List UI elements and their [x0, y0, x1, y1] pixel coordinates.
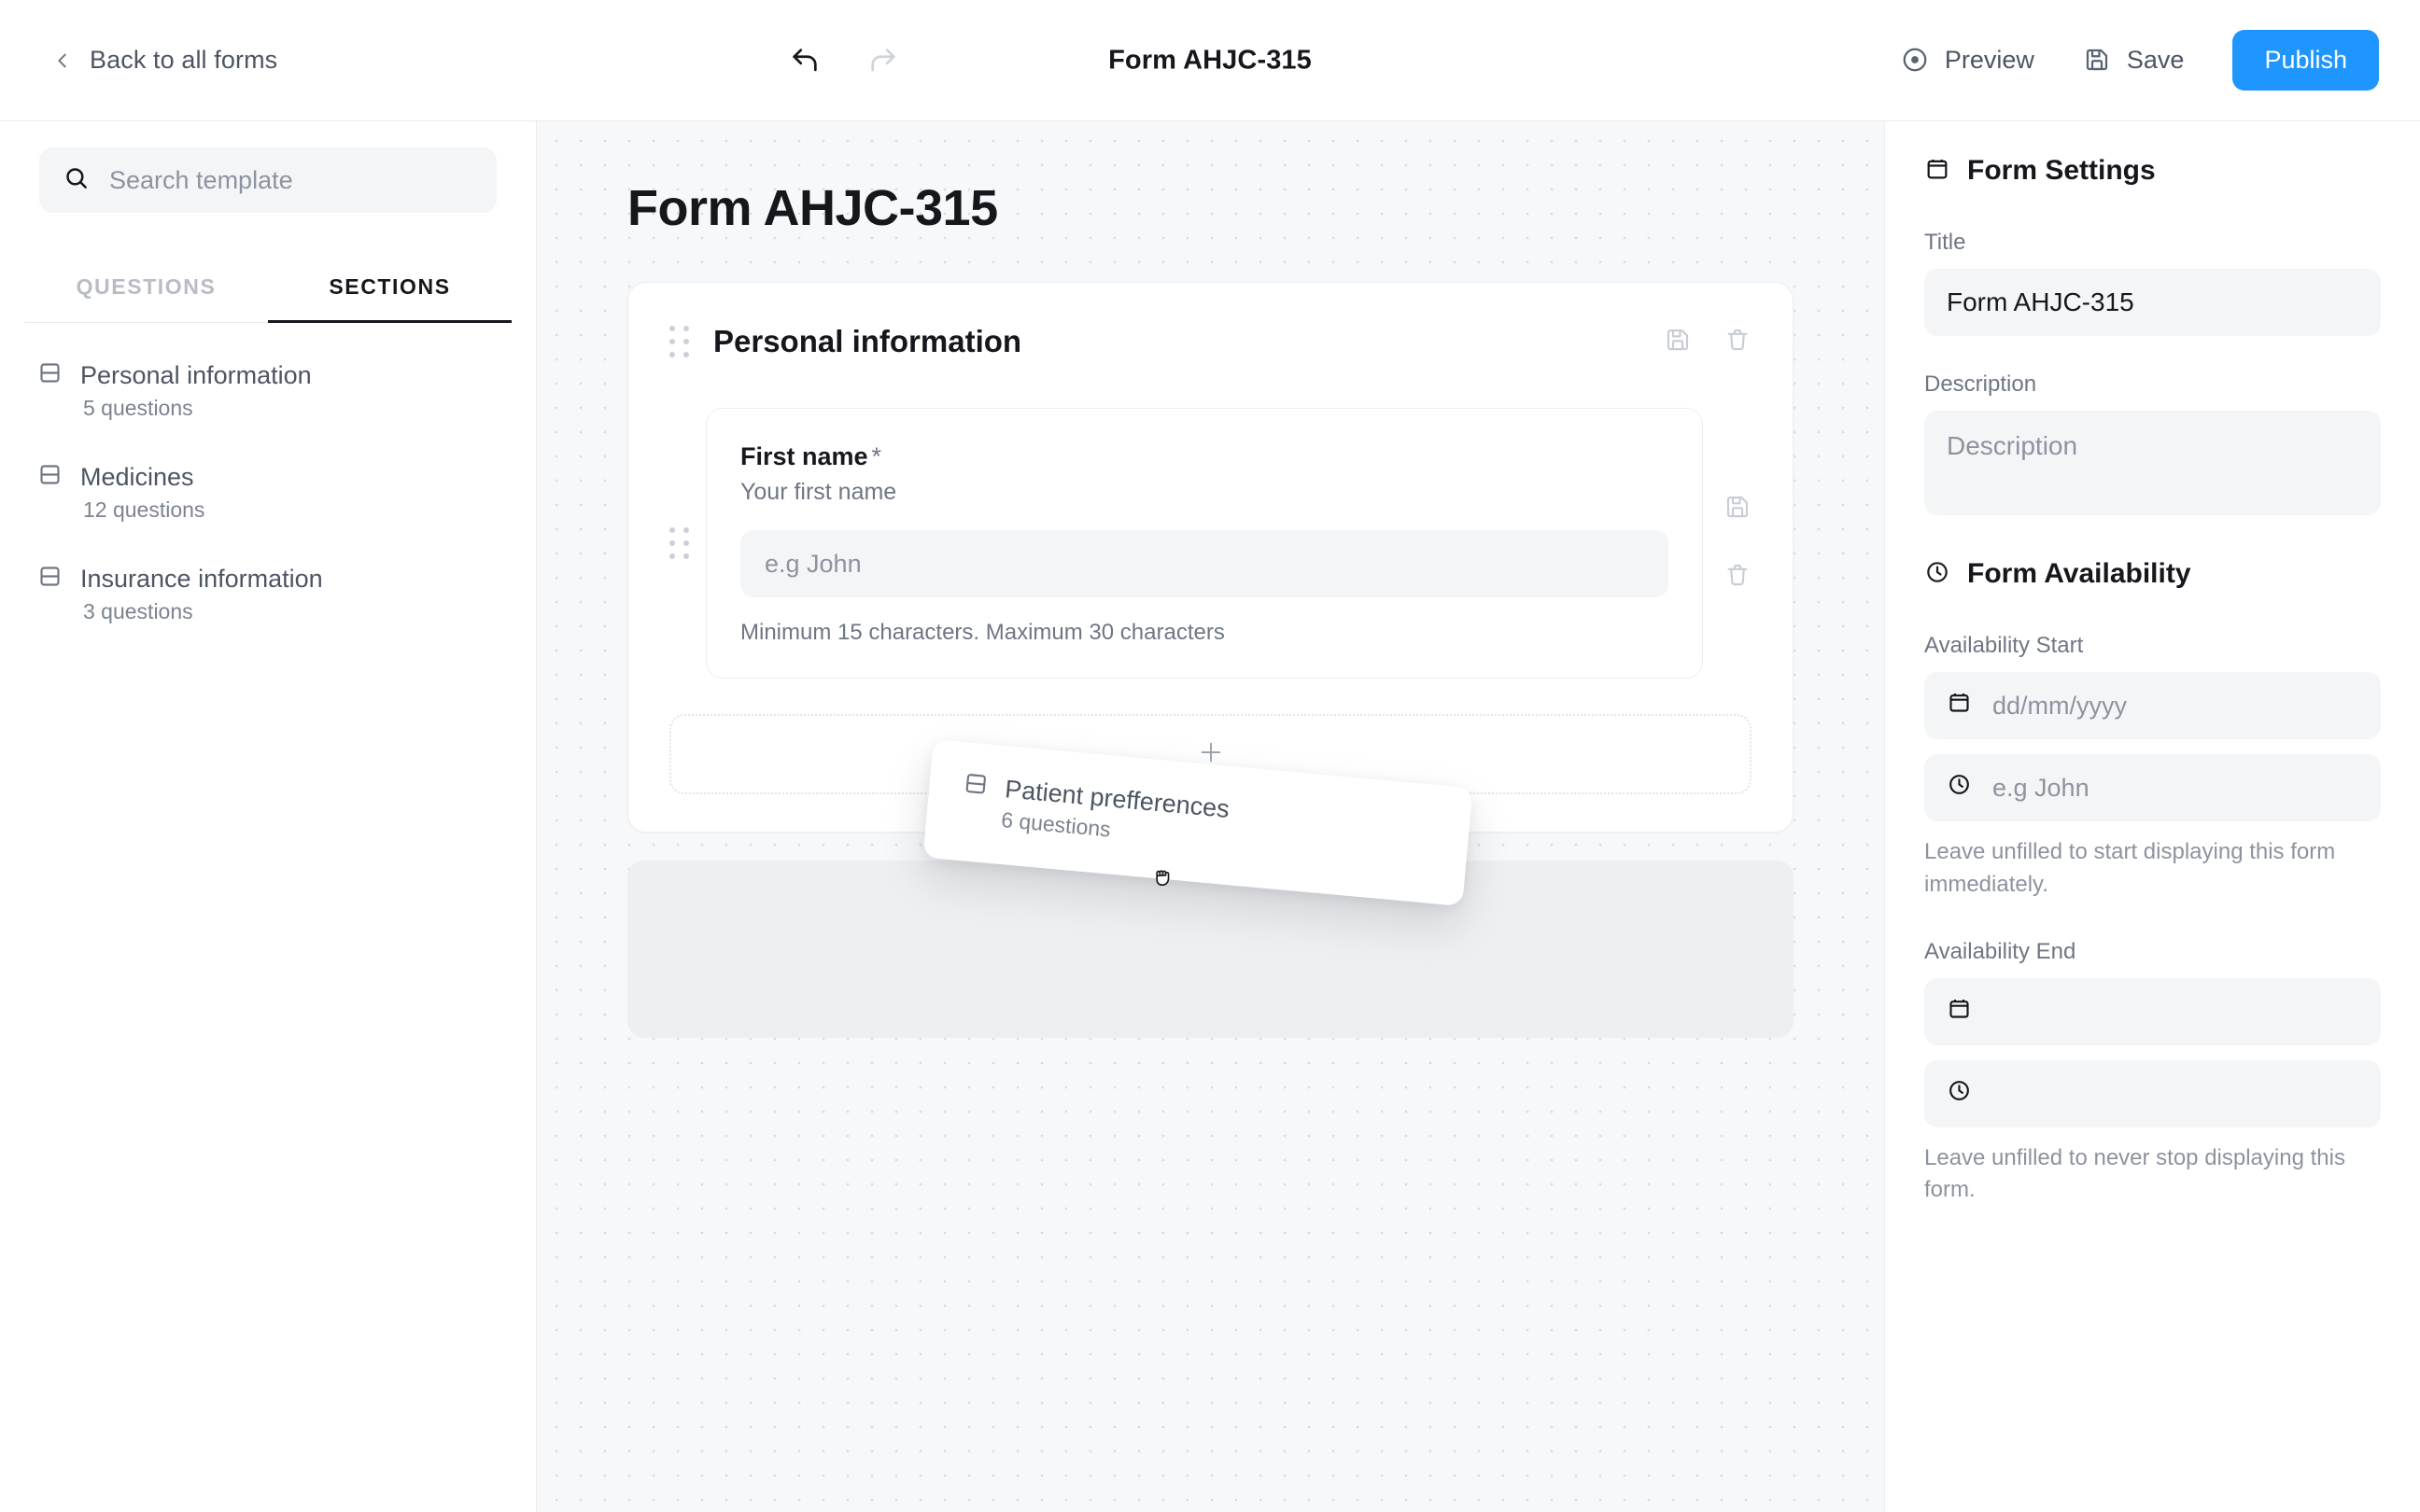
sidebar-item-count: 3 questions: [83, 599, 193, 623]
undo-button[interactable]: [783, 39, 826, 82]
preview-label: Preview: [1944, 45, 2034, 74]
clock-icon: [1947, 772, 1972, 804]
sidebar-section-list: Personal information 5 questions Medicin…: [0, 323, 536, 624]
section-card-personal-information: Personal information First name * Your f…: [627, 282, 1794, 833]
sidebar-item-count: 5 questions: [83, 396, 193, 420]
publish-button[interactable]: Publish: [2232, 29, 2379, 91]
section-drop-placeholder: [627, 861, 1794, 1038]
workspace: QUESTIONS SECTIONS Personal information …: [0, 121, 2420, 1512]
form-settings-header: Form Settings: [1924, 155, 2381, 187]
floppy-disk-icon: [2083, 46, 2111, 74]
question-card-first-name[interactable]: First name * Your first name e.g John Min…: [706, 408, 1703, 679]
form-availability-header: Form Availability: [1924, 558, 2381, 590]
title-field[interactable]: Form AHJC-315: [1924, 269, 2381, 336]
question-tools: [1724, 493, 1752, 594]
save-button[interactable]: Save: [2059, 33, 2209, 88]
back-to-all-forms-label: Back to all forms: [90, 46, 278, 74]
add-question-button[interactable]: [669, 714, 1752, 794]
calendar-icon: [1947, 690, 1972, 721]
description-field[interactable]: Description: [1924, 411, 2381, 515]
question-sublabel: Your first name: [740, 479, 897, 505]
left-sidebar: QUESTIONS SECTIONS Personal information …: [0, 121, 536, 1512]
question-row-first-name: First name * Your first name e.g John Min…: [669, 408, 1752, 679]
availability-end-hint: Leave unfilled to never stop displaying …: [1924, 1144, 2345, 1203]
availability-end-label: Availability End: [1924, 938, 2076, 964]
availability-start-hint: Leave unfilled to start displaying this …: [1924, 839, 2336, 897]
sidebar-item-medicines[interactable]: Medicines 12 questions: [37, 462, 499, 523]
question-label-wrapper: First name *: [740, 442, 1668, 471]
trash-icon[interactable]: [1724, 326, 1752, 358]
form-builder-app: Back to all forms Form AHJC-315 Preview: [0, 0, 2420, 1512]
preview-button[interactable]: Preview: [1877, 33, 2059, 88]
sidebar-item-head: Personal information: [37, 360, 499, 390]
eye-target-icon: [1901, 46, 1929, 74]
sidebar-item-count: 12 questions: [83, 497, 205, 522]
tab-sections[interactable]: SECTIONS: [268, 265, 512, 323]
back-to-all-forms-button[interactable]: Back to all forms: [52, 46, 277, 75]
availability-start-time-field[interactable]: e.g John: [1924, 754, 2381, 821]
availability-end-date-field[interactable]: [1924, 977, 2381, 1045]
floppy-disk-icon[interactable]: [1724, 493, 1752, 525]
calendar-icon: [1947, 996, 1972, 1028]
drag-dots-icon[interactable]: [669, 527, 689, 559]
availability-start-time-placeholder: e.g John: [1992, 773, 2089, 802]
tab-questions[interactable]: QUESTIONS: [24, 265, 268, 322]
required-marker: *: [871, 442, 882, 470]
title-field-label: Title: [1924, 230, 1966, 255]
section-card-tools: [1664, 326, 1752, 358]
search-template-box[interactable]: [39, 147, 497, 213]
sidebar-item-head: Medicines: [37, 462, 499, 492]
search-icon: [63, 165, 89, 195]
topbar-actions: Preview Save Publish: [1877, 29, 2379, 91]
availability-start-date-field[interactable]: dd/mm/yyyy: [1924, 672, 2381, 739]
availability-end-time-field[interactable]: [1924, 1059, 2381, 1127]
page-title: Form AHJC-315: [627, 180, 998, 236]
floppy-disk-icon[interactable]: [1664, 326, 1692, 358]
sidebar-item-personal-information[interactable]: Personal information 5 questions: [37, 360, 499, 421]
question-help-text: Minimum 15 characters. Maximum 30 charac…: [740, 620, 1225, 645]
section-card-header: Personal information: [669, 324, 1752, 359]
redo-arrow-icon: [867, 45, 899, 77]
description-field-label: Description: [1924, 371, 2037, 397]
chevron-left-icon: [52, 50, 73, 71]
question-input-first-name[interactable]: e.g John: [740, 530, 1668, 597]
top-toolbar: Back to all forms Form AHJC-315 Preview: [0, 0, 2420, 121]
form-availability-title: Form Availability: [1967, 558, 2191, 589]
sidebar-item-label: Insurance information: [80, 564, 323, 593]
save-label: Save: [2126, 45, 2185, 74]
section-card-title: Personal information: [713, 324, 1022, 358]
sidebar-item-label: Medicines: [80, 462, 194, 491]
search-template-input[interactable]: [109, 165, 472, 195]
section-rows-icon: [37, 564, 63, 594]
sidebar-tabs: QUESTIONS SECTIONS: [24, 265, 512, 323]
sidebar-item-insurance-information[interactable]: Insurance information 3 questions: [37, 564, 499, 624]
clock-icon: [1947, 1078, 1972, 1110]
sidebar-item-label: Personal information: [80, 360, 312, 389]
redo-button[interactable]: [862, 39, 905, 82]
section-rows-icon: [37, 462, 63, 492]
undo-arrow-icon: [789, 45, 821, 77]
sidebar-item-head: Insurance information: [37, 564, 499, 594]
section-rows-icon: [37, 360, 63, 390]
clock-icon: [1924, 559, 1950, 590]
search-template-wrapper: [0, 121, 536, 213]
history-controls: [783, 39, 905, 82]
question-label: First name: [740, 442, 868, 470]
availability-start-date-placeholder: dd/mm/yyyy: [1992, 691, 2128, 720]
availability-start-label: Availability Start: [1924, 633, 2084, 658]
right-settings-panel: Form Settings Title Form AHJC-315 Descri…: [1884, 121, 2420, 1512]
form-canvas: Form AHJC-315 Personal information First…: [536, 121, 1884, 1512]
calendar-clipboard-icon: [1924, 156, 1950, 187]
form-canvas-inner: Form AHJC-315 Personal information First…: [537, 121, 1884, 1038]
drag-dots-icon[interactable]: [669, 326, 689, 357]
form-settings-title: Form Settings: [1967, 155, 2156, 186]
document-title: Form AHJC-315: [1108, 45, 1312, 75]
plus-icon: [1197, 738, 1225, 771]
trash-icon[interactable]: [1724, 561, 1752, 594]
